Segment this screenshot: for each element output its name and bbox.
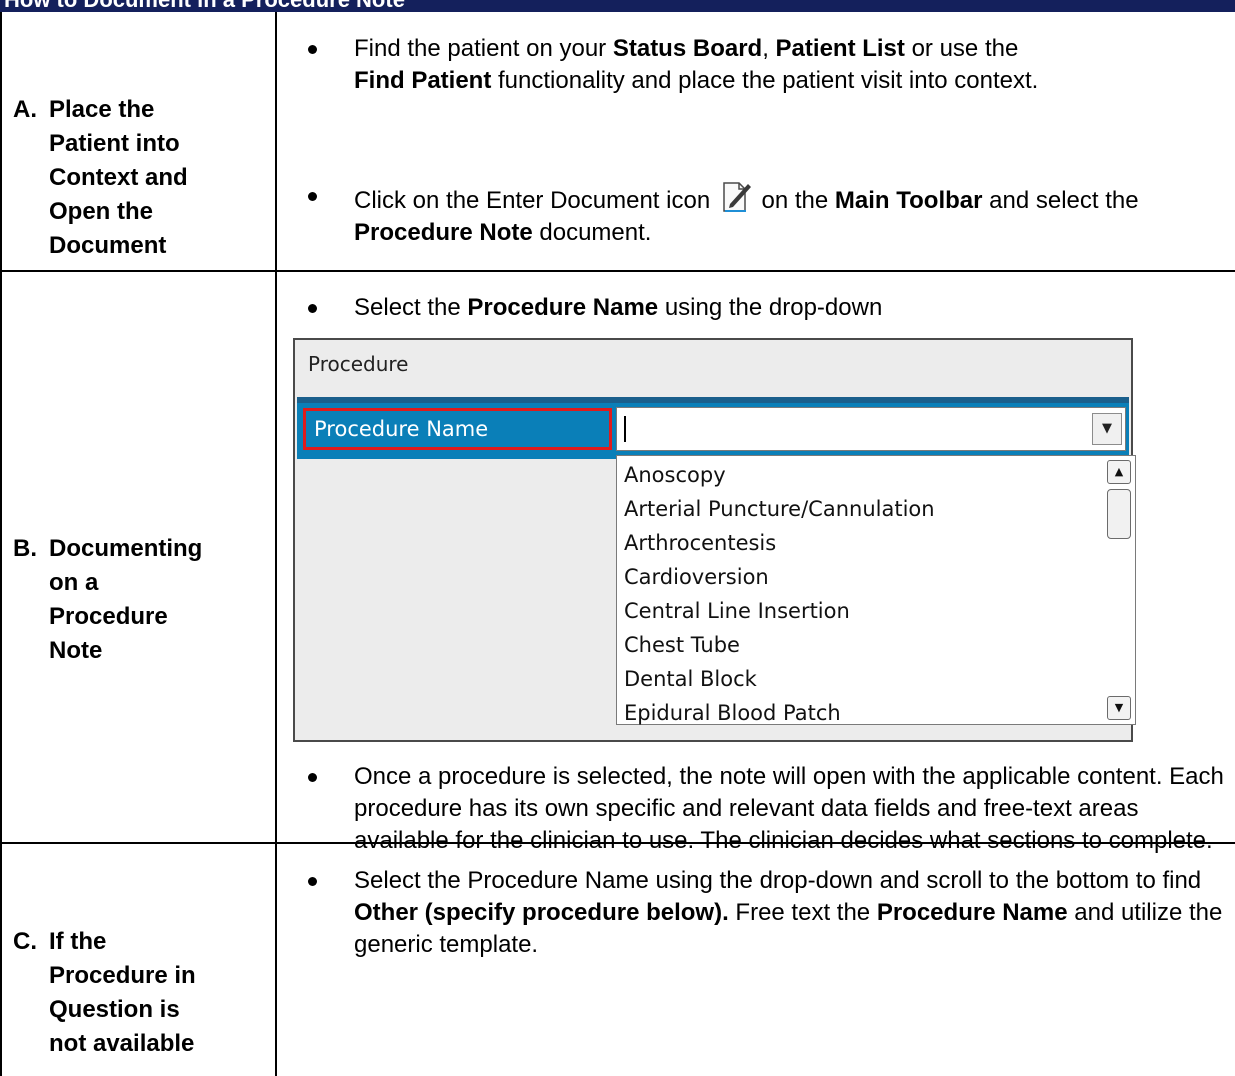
procedure-name-combobox[interactable]: ▼ xyxy=(616,407,1126,451)
procedure-name-label: Procedure Name xyxy=(303,408,612,450)
document-title: How to Document in a Procedure Note xyxy=(4,0,405,12)
bullet-dot xyxy=(300,292,354,324)
list-item[interactable]: Arterial Puncture/Cannulation xyxy=(624,492,935,526)
step-b-label: B. Documenting on a Procedure Note xyxy=(13,532,219,668)
list-item[interactable]: Chest Tube xyxy=(624,628,740,662)
document-title-bar: How to Document in a Procedure Note xyxy=(0,0,1235,12)
step-a-bullet-1: Find the patient on your Status Board, P… xyxy=(300,33,1230,97)
scroll-down-icon[interactable]: ▼ xyxy=(1107,696,1131,720)
list-item[interactable]: Cardioversion xyxy=(624,560,769,594)
bullet-text: Select the Procedure Name using the drop… xyxy=(354,294,883,321)
bullet-text: Select the Procedure Name using the drop… xyxy=(354,867,1223,958)
bullet-dot xyxy=(300,865,354,961)
enter-document-icon xyxy=(719,180,753,214)
table-border-left xyxy=(0,12,2,1076)
step-b-bullet-2: Once a procedure is selected, the note w… xyxy=(300,761,1230,857)
procedure-section-title: Procedure xyxy=(308,352,409,376)
bullet-dot xyxy=(300,761,354,857)
scroll-up-icon[interactable]: ▲ xyxy=(1107,460,1131,484)
step-c-letter: C. xyxy=(13,928,37,955)
list-item[interactable]: Epidural Blood Patch xyxy=(624,696,841,730)
step-b-letter: B. xyxy=(13,535,37,562)
text-caret xyxy=(624,416,626,442)
bullet-text: Find the patient on your Status Board, P… xyxy=(354,35,1039,94)
list-item[interactable]: Anoscopy xyxy=(624,458,726,492)
procedure-screenshot: Procedure Procedure Name ▼ Anoscopy Arte… xyxy=(293,338,1136,742)
step-c-text: If the Procedure in Question is not avai… xyxy=(49,928,196,1057)
step-a-letter: A. xyxy=(13,96,37,123)
step-b-text: Documenting on a Procedure Note xyxy=(49,535,203,664)
list-item[interactable]: Central Line Insertion xyxy=(624,594,850,628)
bullet-dot xyxy=(300,180,354,249)
step-c-bullet-1: Select the Procedure Name using the drop… xyxy=(300,865,1230,961)
list-item[interactable]: Arthrocentesis xyxy=(624,526,776,560)
step-a-label: A. Place the Patient into Context and Op… xyxy=(13,93,229,263)
step-b-bullet-1: Select the Procedure Name using the drop… xyxy=(300,292,1230,324)
list-item[interactable]: Dental Block xyxy=(624,662,757,696)
procedure-options-list[interactable]: Anoscopy Arterial Puncture/Cannulation A… xyxy=(616,455,1136,725)
scrollbar-thumb[interactable] xyxy=(1107,489,1131,539)
dropdown-arrow-icon[interactable]: ▼ xyxy=(1092,413,1122,445)
table-column-divider xyxy=(275,12,277,1076)
step-a-bullet-2: Click on the Enter Document icon on the … xyxy=(300,180,1230,249)
step-c-label: C. If the Procedure in Question is not a… xyxy=(13,925,219,1061)
bullet-dot xyxy=(300,33,354,97)
row-divider-a xyxy=(0,270,1235,272)
bullet-text: Once a procedure is selected, the note w… xyxy=(354,763,1224,854)
step-a-text: Place the Patient into Context and Open … xyxy=(49,96,188,259)
bullet-text: Click on the Enter Document icon on the … xyxy=(354,180,1230,249)
